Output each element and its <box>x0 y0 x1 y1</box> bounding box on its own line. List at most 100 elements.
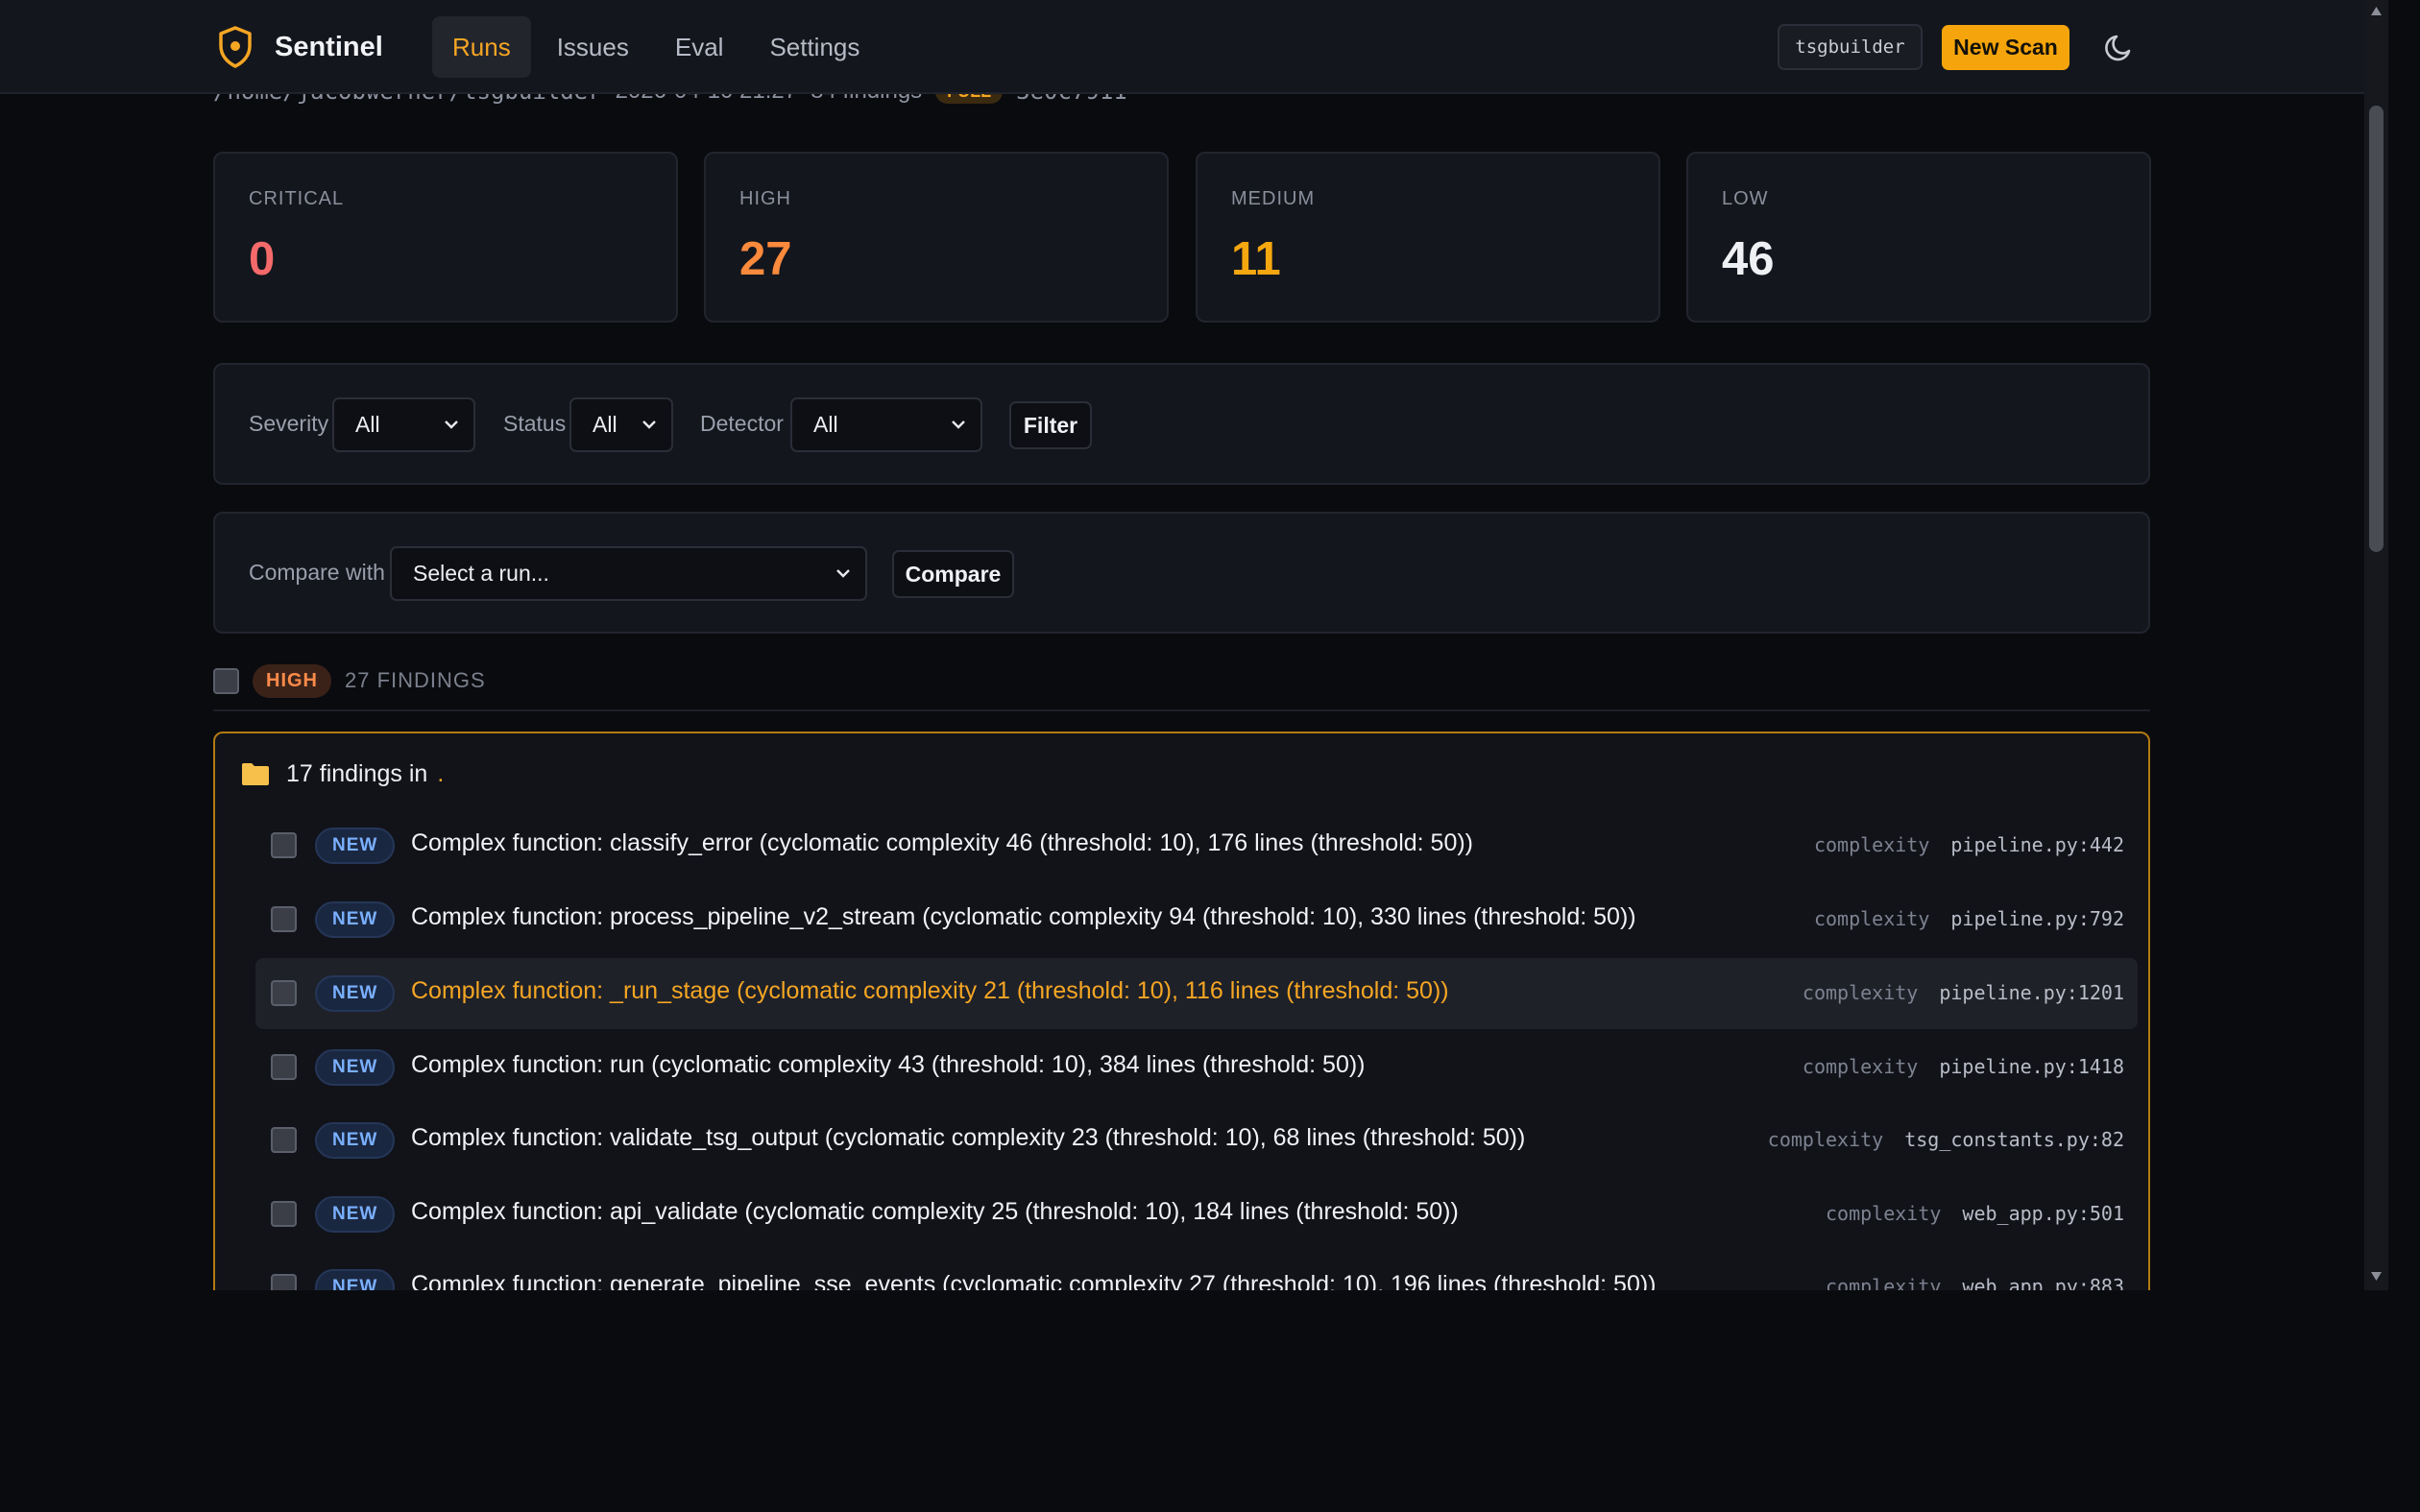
nav-links: Runs Issues Eval Settings <box>432 16 885 78</box>
new-badge: NEW <box>315 975 396 1012</box>
finding-row[interactable]: NEW Complex function: api_validate (cycl… <box>255 1179 2138 1250</box>
new-badge: NEW <box>315 828 396 864</box>
chevron-down-icon <box>642 420 656 429</box>
new-badge: NEW <box>315 1196 396 1233</box>
finding-row[interactable]: NEW Complex function: process_pipeline_v… <box>255 884 2138 955</box>
folder-header[interactable]: 17 findings in . <box>240 756 444 791</box>
detector-select[interactable]: All <box>790 397 982 452</box>
finding-row[interactable]: NEW Complex function: classify_error (cy… <box>255 810 2138 881</box>
detector-label: Detector <box>700 411 784 436</box>
compare-label: Compare with <box>249 560 385 585</box>
finding-detector: complexity <box>1813 907 1930 930</box>
finding-checkbox[interactable] <box>271 1054 297 1080</box>
summary-card-critical: CRITICAL 0 <box>213 152 678 323</box>
finding-checkbox[interactable] <box>271 1201 297 1227</box>
finding-checkbox[interactable] <box>271 980 297 1006</box>
finding-detector: complexity <box>1813 833 1930 856</box>
severity-label: Severity <box>249 411 329 436</box>
group-count: 27 FINDINGS <box>345 668 486 692</box>
summary-card-low: LOW 46 <box>1686 152 2151 323</box>
finding-row-selected[interactable]: NEW Complex function: _run_stage (cyclom… <box>255 958 2138 1029</box>
chevron-down-icon <box>445 420 458 429</box>
finding-checkbox[interactable] <box>271 1274 297 1290</box>
shield-logo-icon <box>219 26 252 68</box>
severity-select[interactable]: All <box>332 397 475 452</box>
summary-card-high: HIGH 27 <box>704 152 1169 323</box>
status-select[interactable]: All <box>569 397 673 452</box>
nav-link-settings[interactable]: Settings <box>749 16 880 78</box>
finding-meta: complexity tsg_constants.py:82 <box>1768 1128 2124 1151</box>
new-badge: NEW <box>315 1269 396 1290</box>
findings-folder-panel: 17 findings in . NEW Complex function: c… <box>213 732 2150 1290</box>
finding-title[interactable]: Complex function: run (cyclomatic comple… <box>411 1051 1366 1079</box>
card-label: CRITICAL <box>249 188 345 209</box>
finding-title[interactable]: Complex function: api_validate (cyclomat… <box>411 1198 1459 1226</box>
status-label: Status <box>503 411 567 436</box>
finding-meta: complexity web_app.py:883 <box>1826 1275 2124 1290</box>
finding-location: web_app.py:883 <box>1962 1275 2124 1290</box>
finding-checkbox[interactable] <box>271 832 297 858</box>
project-chip[interactable]: tsgbuilder <box>1778 24 1923 70</box>
compare-panel: Compare with Select a run... Compare <box>213 512 2150 634</box>
finding-location: pipeline.py:442 <box>1950 833 2124 856</box>
folder-icon <box>242 763 269 785</box>
new-badge: NEW <box>315 901 396 938</box>
summary-card-medium: MEDIUM 11 <box>1196 152 1660 323</box>
scroll-up-arrow-icon[interactable] <box>2370 6 2383 16</box>
severity-pill: HIGH <box>253 663 331 698</box>
finding-row[interactable]: NEW Complex function: validate_tsg_outpu… <box>255 1105 2138 1176</box>
filter-panel: Severity All Status All Detector All Fil… <box>213 363 2150 485</box>
finding-detector: complexity <box>1767 1128 1884 1151</box>
app-viewport: /home/jacobwerner/tsgbuilder 2026-04-10 … <box>0 0 2364 1290</box>
finding-title[interactable]: Complex function: generate_pipeline_sse_… <box>411 1271 1657 1290</box>
card-value: 0 <box>249 233 276 285</box>
detector-select-value: All <box>813 412 838 437</box>
new-scan-button[interactable]: New Scan <box>1942 25 2069 70</box>
chevron-down-icon <box>836 569 850 578</box>
finding-meta: complexity pipeline.py:1418 <box>1803 1055 2124 1078</box>
finding-location: web_app.py:501 <box>1962 1202 2124 1225</box>
finding-location: pipeline.py:792 <box>1950 907 2124 930</box>
brand-name: Sentinel <box>275 31 383 62</box>
finding-row[interactable]: NEW Complex function: generate_pipeline_… <box>255 1252 2138 1290</box>
finding-checkbox[interactable] <box>271 906 297 932</box>
card-label: HIGH <box>739 188 791 209</box>
finding-detector: complexity <box>1802 981 1919 1004</box>
filter-button[interactable]: Filter <box>1009 401 1092 449</box>
finding-meta: complexity pipeline.py:442 <box>1814 833 2124 856</box>
compare-run-select[interactable]: Select a run... <box>390 546 867 601</box>
nav-link-issues[interactable]: Issues <box>537 16 649 78</box>
nav-link-runs[interactable]: Runs <box>432 16 531 78</box>
severity-select-value: All <box>355 412 380 437</box>
group-select-checkbox[interactable] <box>213 667 239 694</box>
page-scrollbar[interactable] <box>2364 0 2388 1290</box>
finding-detector: complexity <box>1826 1202 1942 1225</box>
card-value: 11 <box>1231 233 1281 285</box>
new-badge: NEW <box>315 1049 396 1086</box>
finding-checkbox[interactable] <box>271 1127 297 1153</box>
card-value: 46 <box>1722 233 1775 285</box>
brand[interactable]: Sentinel <box>217 25 383 69</box>
nav-link-eval[interactable]: Eval <box>655 16 744 78</box>
top-nav: Sentinel Runs Issues Eval Settings tsgbu… <box>0 0 2364 94</box>
card-label: MEDIUM <box>1231 188 1316 209</box>
card-label: LOW <box>1722 188 1769 209</box>
finding-row[interactable]: NEW Complex function: run (cyclomatic co… <box>255 1032 2138 1103</box>
finding-detector: complexity <box>1802 1055 1919 1078</box>
finding-location: pipeline.py:1418 <box>1939 1055 2124 1078</box>
finding-title[interactable]: Complex function: validate_tsg_output (c… <box>411 1124 1525 1152</box>
finding-title[interactable]: Complex function: _run_stage (cyclomatic… <box>411 977 1449 1005</box>
finding-title[interactable]: Complex function: classify_error (cyclom… <box>411 829 1473 857</box>
finding-location: tsg_constants.py:82 <box>1904 1128 2124 1151</box>
finding-title[interactable]: Complex function: process_pipeline_v2_st… <box>411 903 1636 931</box>
moon-icon[interactable] <box>2103 31 2136 63</box>
finding-meta: complexity pipeline.py:792 <box>1814 907 2124 930</box>
folder-count: 17 findings in <box>286 759 428 787</box>
severity-group-header: HIGH 27 FINDINGS <box>213 662 486 699</box>
scrollbar-thumb[interactable] <box>2369 106 2384 552</box>
compare-button[interactable]: Compare <box>892 550 1014 598</box>
finding-location: pipeline.py:1201 <box>1939 981 2124 1004</box>
scroll-down-arrow-icon[interactable] <box>2370 1271 2383 1282</box>
finding-meta: complexity web_app.py:501 <box>1826 1202 2124 1225</box>
card-value: 27 <box>739 233 792 285</box>
